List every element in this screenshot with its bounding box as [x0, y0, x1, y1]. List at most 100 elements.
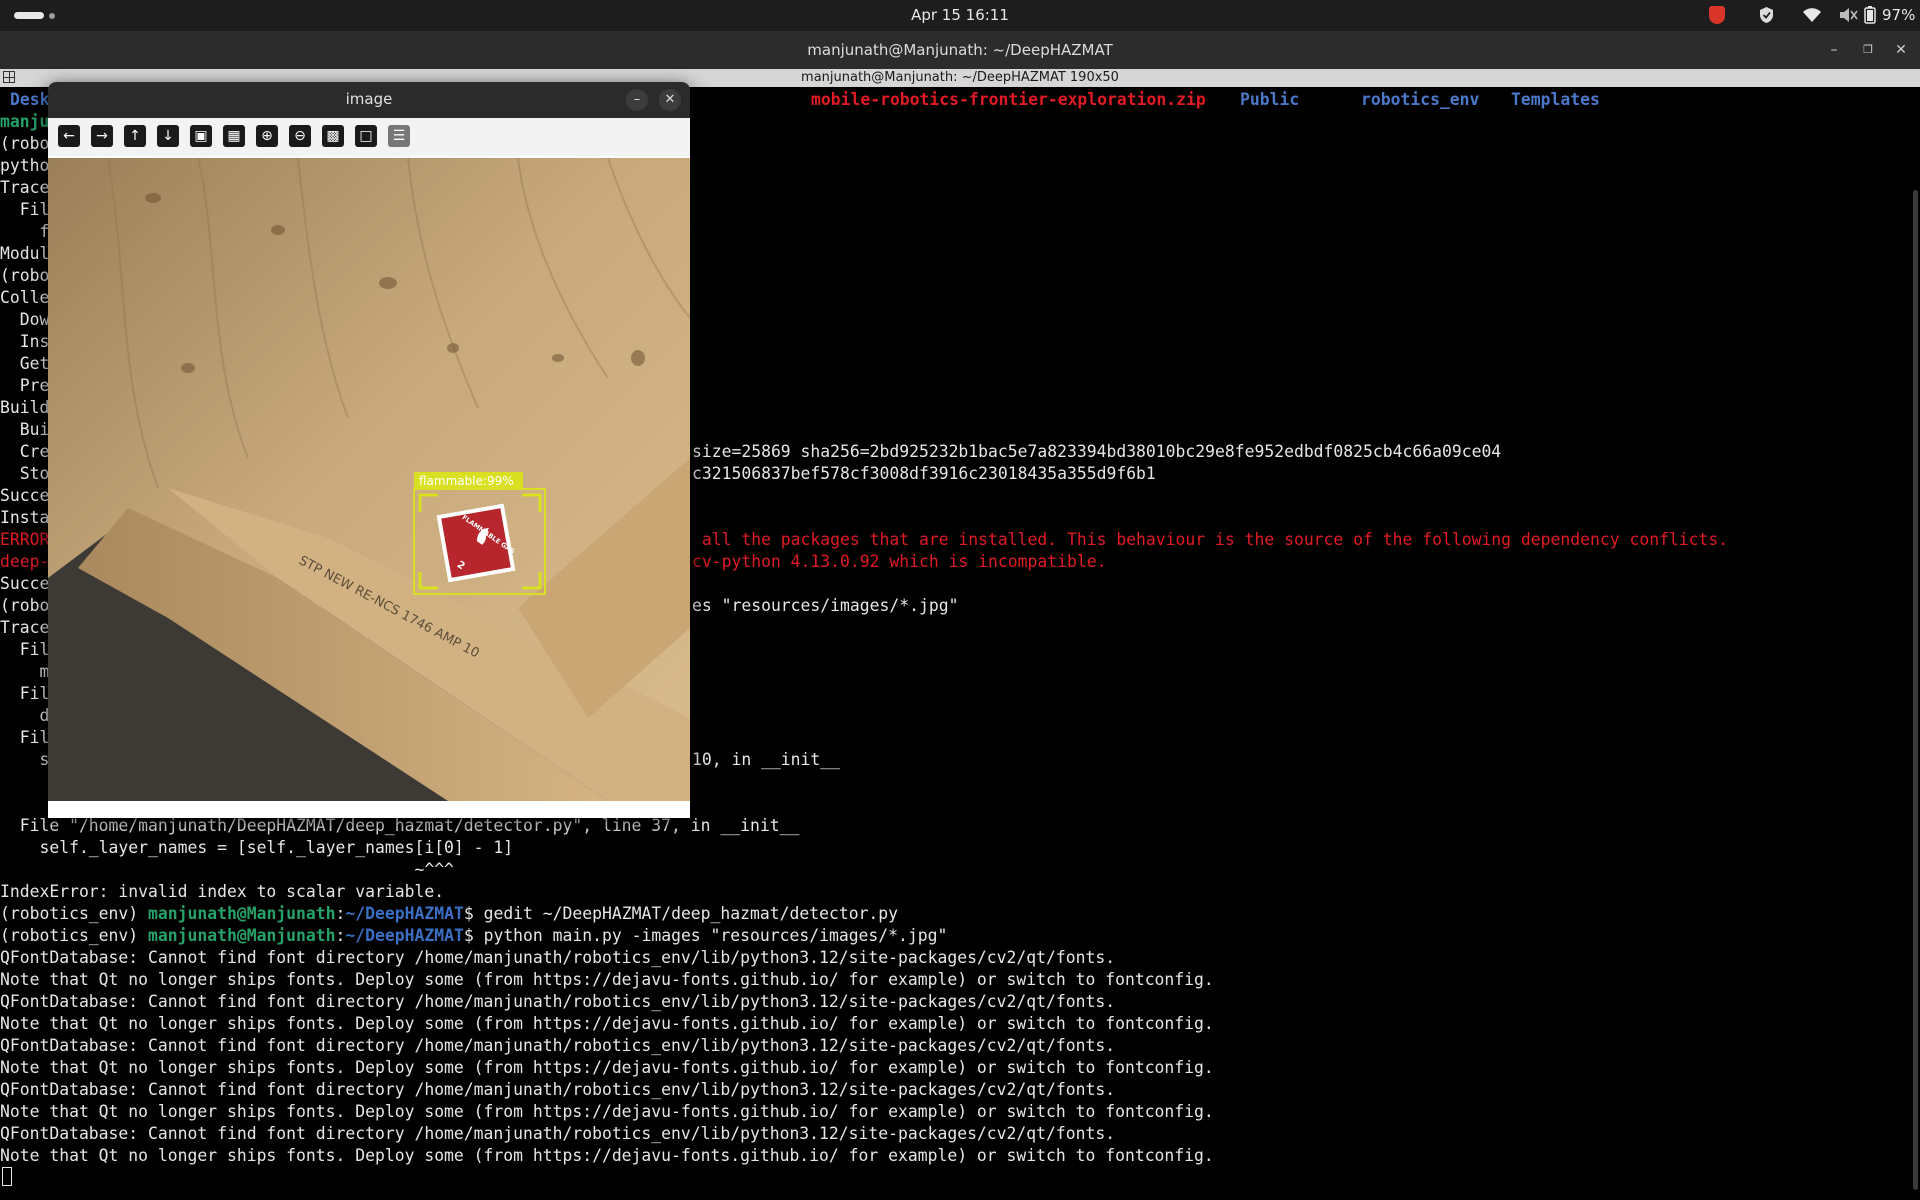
copy-icon[interactable]: □	[355, 125, 377, 147]
terminal-line-prefix: d	[0, 706, 50, 725]
prompt-env: (robotics_env)	[0, 904, 149, 923]
properties-icon[interactable]: ☰	[388, 125, 410, 147]
terminal-line-prefix: Ins	[0, 332, 50, 351]
warning-line: QFontDatabase: Cannot find font director…	[0, 992, 1116, 1011]
volume-muted-icon[interactable]	[1838, 6, 1858, 24]
ls-entry: Desk	[10, 89, 49, 111]
terminal-error-line: cv-python 4.13.0.92 which is incompatibl…	[692, 552, 1107, 571]
ls-entry: mobile-robotics-frontier-exploration.zip	[811, 89, 1206, 111]
detection-label: flammable:99%	[419, 474, 514, 488]
terminal-line-prefix: deep-	[0, 552, 50, 571]
terminal-title: manjunath@Manjunath: ~/DeepHAZMAT	[807, 41, 1113, 59]
terminal-scrollbar[interactable]	[1913, 190, 1918, 1190]
terminal-error-line: all the packages that are installed. Thi…	[692, 530, 1729, 549]
minimize-button[interactable]: –	[626, 89, 648, 111]
battery-icon[interactable]	[1861, 6, 1879, 24]
warning-line: Note that Qt no longer ships fonts. Depl…	[0, 970, 1214, 989]
pan-left-icon[interactable]: ←	[58, 125, 80, 147]
terminal-cursor	[2, 1167, 12, 1186]
terminal-line-prefix: manju	[0, 112, 50, 131]
terminal-line-prefix: Modul	[0, 244, 50, 263]
image-window-title: image	[345, 90, 393, 108]
terminal-line: es "resources/images/*.jpg"	[692, 596, 959, 615]
ls-entry: Public	[1240, 89, 1299, 111]
terminal-line-prefix: Trace	[0, 178, 50, 197]
command-line: (robotics_env) manjunath@Manjunath:~/Dee…	[0, 904, 899, 923]
terminal-line: 10, in __init__	[692, 750, 841, 769]
terminal-line-prefix: Insta	[0, 508, 50, 527]
image-window[interactable]: image – ✕ ← → ↑ ↓ ▣ ▦ ⊕ ⊖ ▩ □ ☰ STP NEW …	[48, 82, 690, 818]
prompt-symbol: $	[463, 926, 484, 945]
warning-line: Note that Qt no longer ships fonts. Depl…	[0, 1058, 1214, 1077]
image-window-titlebar[interactable]: image – ✕	[48, 82, 690, 118]
terminal-line-prefix: Succe	[0, 486, 50, 505]
command-text: python main.py -images "resources/images…	[483, 926, 948, 945]
zoom-fit-icon[interactable]: ▦	[223, 125, 245, 147]
wifi-icon[interactable]	[1802, 6, 1822, 24]
save-icon[interactable]: ▩	[322, 125, 344, 147]
traceback-line: File "/home/manjunath/DeepHAZMAT/deep_ha…	[0, 816, 800, 835]
zoom-original-icon[interactable]: ▣	[190, 125, 212, 147]
warning-line: Note that Qt no longer ships fonts. Depl…	[0, 1014, 1214, 1033]
terminal-line-prefix: Fil	[0, 640, 50, 659]
terminal-line-prefix: Colle	[0, 288, 50, 307]
prompt-symbol: $	[463, 904, 484, 923]
system-top-bar: Apr 15 16:11 97%	[0, 0, 1920, 31]
terminal-line-prefix: Succe	[0, 574, 50, 593]
terminal-titlebar[interactable]: manjunath@Manjunath: ~/DeepHAZMAT – ❐ ✕	[0, 31, 1920, 69]
minimize-button[interactable]: –	[1823, 39, 1845, 61]
terminal-line-prefix: Sto	[0, 464, 50, 483]
clock[interactable]: Apr 15 16:11	[0, 6, 1920, 24]
terminal-line: size=25869 sha256=2bd925232b1bac5e7a8233…	[692, 442, 1502, 461]
shield-icon[interactable]	[1759, 6, 1774, 24]
close-button[interactable]: ✕	[659, 89, 681, 111]
terminal-line-prefix: Fil	[0, 728, 50, 747]
terminal-line-prefix: s	[0, 750, 50, 769]
terminal-line: c321506837bef578cf3008df3916c23018435a35…	[692, 464, 1156, 483]
zoom-out-icon[interactable]: ⊖	[289, 125, 311, 147]
warning-line: QFontDatabase: Cannot find font director…	[0, 1124, 1116, 1143]
terminal-line-prefix: Cre	[0, 442, 50, 461]
ls-dir: Templates	[1511, 90, 1600, 109]
prompt-path: ~/DeepHAZMAT	[345, 904, 464, 923]
image-toolbar: ← → ↑ ↓ ▣ ▦ ⊕ ⊖ ▩ □ ☰	[48, 118, 690, 156]
terminal-line-prefix: Fil	[0, 200, 50, 219]
prompt-path: ~/DeepHAZMAT	[345, 926, 464, 945]
terminal-line-prefix: f	[0, 222, 50, 241]
ls-entry: Templates	[1511, 89, 1600, 111]
prompt-env: (robotics_env)	[0, 926, 149, 945]
warning-line: QFontDatabase: Cannot find font director…	[0, 948, 1116, 967]
traceback-line: ~^^^	[0, 860, 454, 879]
terminal-line-prefix: Build	[0, 398, 50, 417]
battery-percentage[interactable]: 97%	[1882, 6, 1915, 24]
close-button[interactable]: ✕	[1890, 39, 1912, 61]
image-canvas[interactable]: STP NEW RE-NCS 1746 AMP 10 flammable:99%…	[48, 157, 690, 801]
terminal-line-prefix: ERROR	[0, 530, 50, 549]
zoom-in-icon[interactable]: ⊕	[256, 125, 278, 147]
terminal-line-prefix: Dow	[0, 310, 50, 329]
error-line: IndexError: invalid index to scalar vari…	[0, 882, 445, 901]
terminal-line-prefix: Pre	[0, 376, 50, 395]
terminal-line-prefix: (robo	[0, 266, 50, 285]
command-text: gedit ~/DeepHAZMAT/deep_hazmat/detector.…	[483, 904, 899, 923]
command-line: (robotics_env) manjunath@Manjunath:~/Dee…	[0, 926, 948, 945]
warning-line: Note that Qt no longer ships fonts. Depl…	[0, 1146, 1214, 1165]
terminal-line-prefix: Trace	[0, 618, 50, 637]
pan-right-icon[interactable]: →	[91, 125, 113, 147]
ls-zip-file: mobile-robotics-frontier-exploration.zip	[811, 90, 1206, 109]
maximize-button[interactable]: ❐	[1857, 39, 1879, 61]
prompt-user: manjunath@Manjunath	[148, 926, 336, 945]
terminal-line-prefix: Get	[0, 354, 50, 373]
terminal-line-prefix: pytho	[0, 156, 50, 175]
terminal-line-prefix: (robo	[0, 596, 50, 615]
pan-up-icon[interactable]: ↑	[124, 125, 146, 147]
terminal-line-prefix: Fil	[0, 684, 50, 703]
ls-dir: robotics_env	[1361, 90, 1480, 109]
terminal-line-prefix: m	[0, 662, 50, 681]
traceback-line: self._layer_names = [self._layer_names[i…	[0, 838, 514, 857]
terminal-line-prefix: Bui	[0, 420, 50, 439]
pan-down-icon[interactable]: ↓	[157, 125, 179, 147]
detection-image: STP NEW RE-NCS 1746 AMP 10 flammable:99%…	[48, 157, 690, 801]
warning-line: QFontDatabase: Cannot find font director…	[0, 1080, 1116, 1099]
brave-icon[interactable]	[1709, 6, 1725, 24]
